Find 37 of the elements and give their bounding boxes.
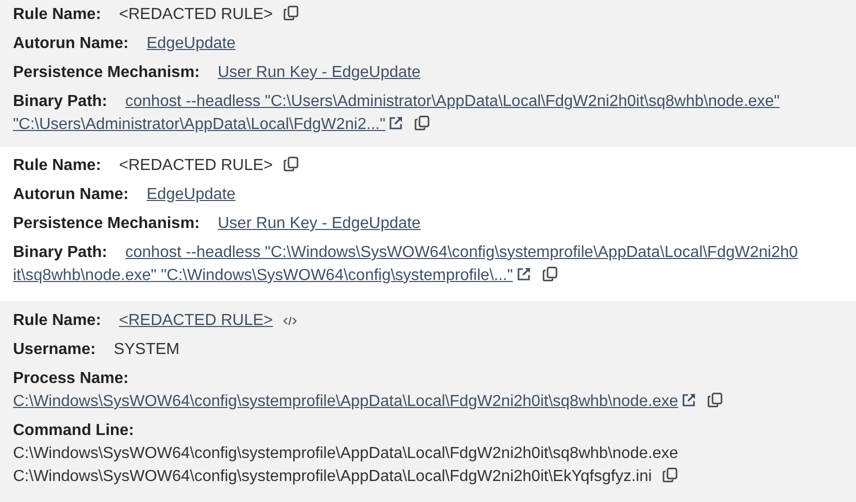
field-label: Rule Name: (13, 157, 102, 174)
value-link[interactable]: conhost --headless "C:\Users\Administrator\AppData\Local\FdgW2ni2h0it\sq8whb\node.exe" (125, 93, 780, 110)
value-link[interactable]: <REDACTED RULE> (119, 312, 273, 329)
copy-icon[interactable] (542, 266, 558, 282)
field-value: <REDACTED RULE> (119, 157, 273, 174)
copy-icon[interactable] (414, 115, 430, 131)
field-label: Process Name: (13, 370, 129, 387)
field-label: Rule Name: (13, 312, 102, 329)
external-link-icon[interactable] (681, 392, 698, 408)
external-link-icon[interactable] (388, 115, 404, 131)
field-label: Username: (13, 341, 96, 358)
field-label: Binary Path: (13, 93, 108, 110)
field-value: <REDACTED RULE> (119, 6, 273, 23)
value-link[interactable]: C:\Windows\SysWOW64\config\systemprofile\AppData\Local\FdgW2ni2h0it\sq8whb\node.exe (13, 393, 678, 410)
field-value: C:\Windows\SysWOW64\config\systemprofile\AppData\Local\FdgW2ni2h0it\sq8whb\node.exe (13, 445, 678, 462)
external-link-icon[interactable] (516, 266, 532, 282)
copy-icon[interactable] (662, 467, 678, 483)
value-link[interactable]: EdgeUpdate (146, 186, 236, 203)
copy-icon[interactable] (282, 5, 299, 21)
value-link[interactable]: User Run Key - EdgeUpdate (218, 215, 421, 232)
value-link[interactable]: conhost --headless "C:\Windows\SysWOW64\config\systemprofile\AppData\Local\FdgW2ni2h0 (125, 244, 798, 261)
field-value: SYSTEM (114, 341, 180, 358)
field-value: C:\Windows\SysWOW64\config\systemprofile\AppData\Local\FdgW2ni2h0it\EkYqfsgfyz.ini (13, 468, 652, 485)
code-icon[interactable] (282, 315, 297, 327)
copy-icon[interactable] (707, 392, 724, 408)
value-link[interactable]: it\sq8whb\node.exe" "C:\Windows\SysWOW64\config\systemprofile\..." (13, 267, 513, 284)
value-link[interactable]: "C:\Users\Administrator\AppData\Local\FdgW2ni2..." (13, 116, 386, 133)
field-label: Autorun Name: (13, 186, 129, 203)
value-link[interactable]: EdgeUpdate (146, 35, 236, 52)
field-label: Binary Path: (13, 244, 108, 261)
field-label: Rule Name: (13, 6, 102, 23)
field-label: Persistence Mechanism: (13, 64, 200, 81)
field-label: Autorun Name: (13, 35, 129, 52)
copy-icon[interactable] (282, 156, 299, 172)
value-link[interactable]: User Run Key - EdgeUpdate (218, 64, 421, 81)
field-label: Persistence Mechanism: (13, 215, 200, 232)
field-label: Command Line: (13, 422, 134, 439)
